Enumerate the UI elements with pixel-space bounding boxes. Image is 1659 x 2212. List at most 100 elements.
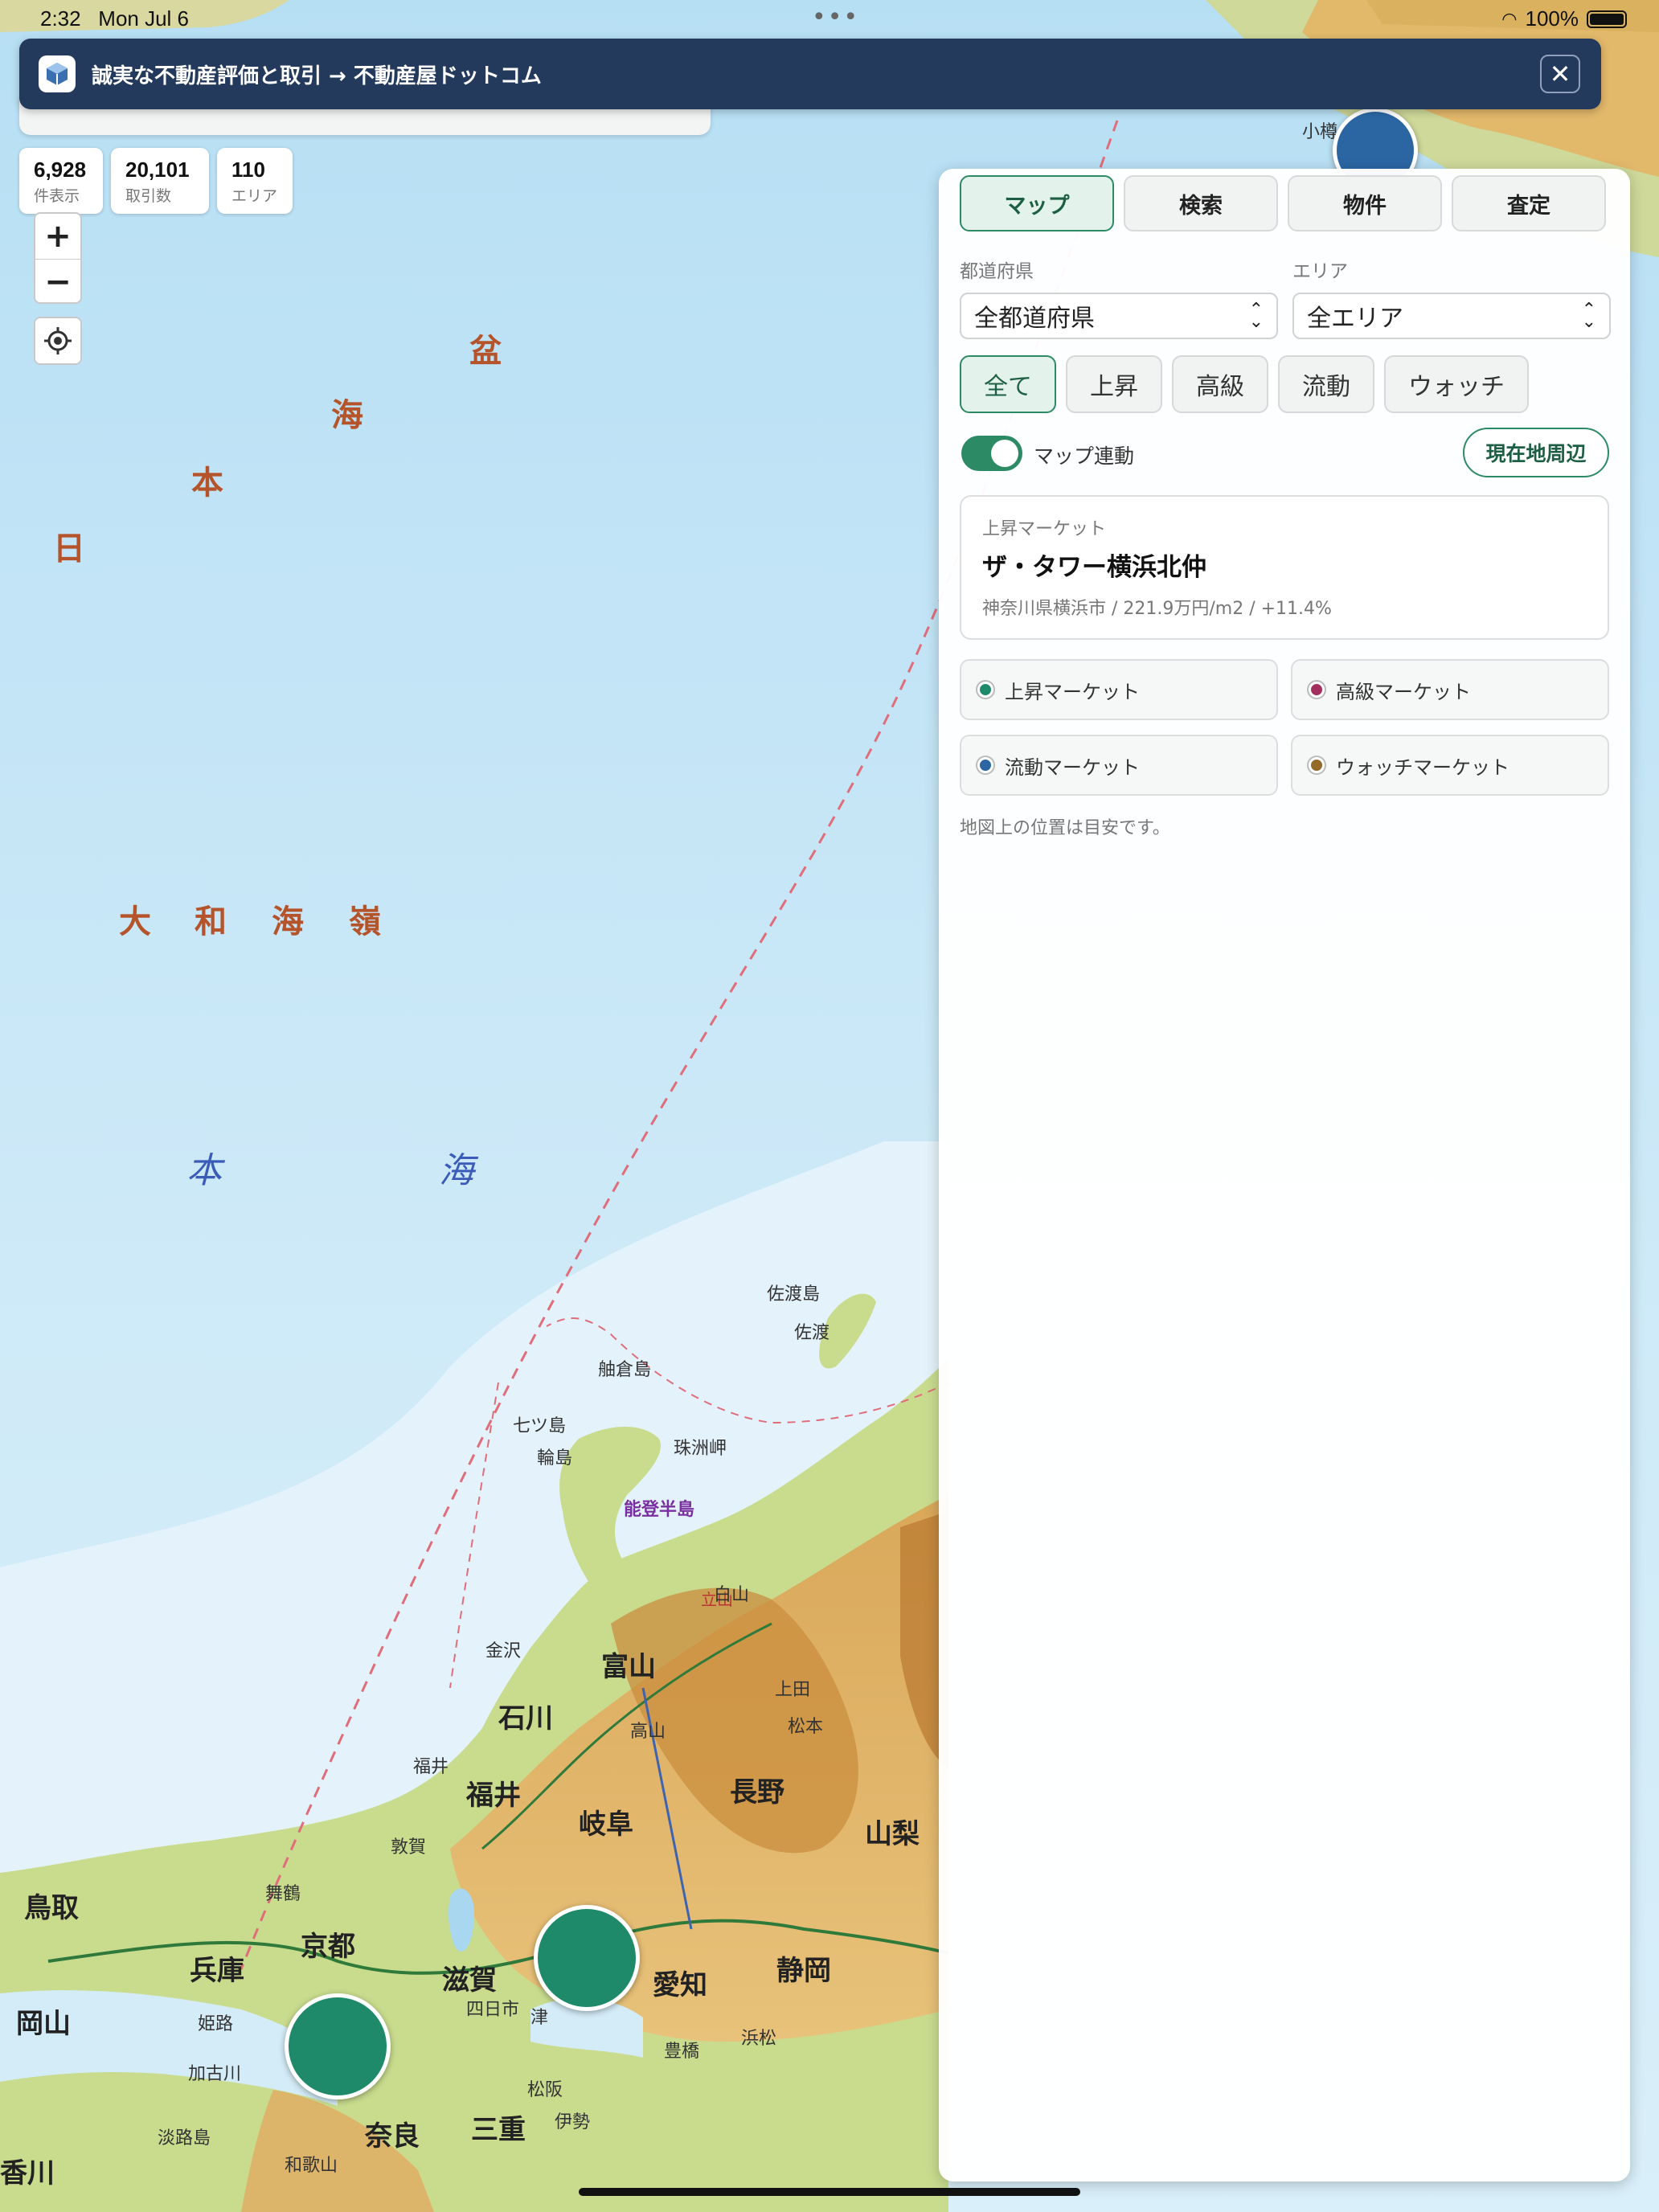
sea-label: 和 — [195, 903, 228, 940]
panel-tabs: マップ 検索 物件 査定 — [960, 175, 1606, 231]
zoom-control: + − — [34, 212, 82, 304]
market-marker-rising[interactable] — [534, 1905, 640, 2011]
sea-label: 本 — [191, 464, 225, 502]
place-label: 佐渡島 — [767, 1284, 821, 1305]
legend-label: ウォッチマーケット — [1336, 756, 1509, 779]
tab-appraisal[interactable]: 査定 — [1452, 175, 1606, 231]
place-label: 加古川 — [188, 2064, 242, 2084]
legend-dot-icon — [977, 682, 993, 698]
place-label: 四日市 — [466, 2000, 520, 2020]
place-label: 能登半島 — [624, 1500, 695, 1520]
banner-text[interactable]: 誠実な不動産評価と取引 → 不動産屋ドットコム — [92, 59, 542, 89]
prefecture-label: 長野 — [730, 1776, 784, 1809]
place-label: 福井 — [413, 1757, 449, 1777]
legend-fluid[interactable]: 流動マーケット — [960, 735, 1278, 796]
place-label: 松阪 — [527, 2080, 563, 2100]
prefecture-label: 兵庫 — [190, 1955, 244, 1987]
prefecture-label: 岡山 — [16, 2008, 71, 2040]
place-label: 佐渡 — [794, 1323, 830, 1343]
prefecture-label: 都道府県 — [960, 261, 1034, 282]
featured-kind: 上昇マーケット — [982, 519, 1107, 539]
area-label: エリア — [1292, 261, 1348, 282]
stat-label: 件表示 — [34, 187, 80, 205]
prefecture-label: 石川 — [498, 1702, 553, 1735]
featured-meta: 神奈川県横浜市 / 221.9万円/m2 / +11.4% — [982, 599, 1332, 619]
prefecture-label: 愛知 — [653, 1969, 707, 2001]
stat-transactions: 20,101 取引数 — [111, 148, 209, 214]
stat-label: 取引数 — [125, 187, 172, 205]
locate-me-button[interactable] — [34, 317, 82, 365]
chip-watch[interactable]: ウォッチ — [1384, 355, 1529, 413]
battery-icon — [1587, 10, 1627, 28]
chip-luxury[interactable]: 高級 — [1172, 355, 1268, 413]
prefecture-label: 山梨 — [865, 1818, 920, 1850]
status-bar: 2:32 Mon Jul 6 ••• ◠ 100% — [0, 0, 1659, 39]
place-label: 豊橋 — [664, 2042, 700, 2062]
zoom-out-button[interactable]: − — [35, 259, 80, 304]
sea-label: 嶺 — [349, 903, 383, 940]
prefecture-value: 全都道府県 — [974, 305, 1095, 333]
legend-rising[interactable]: 上昇マーケット — [960, 659, 1278, 720]
sea-label: 海 — [331, 396, 365, 434]
tab-map[interactable]: マップ — [960, 175, 1114, 231]
multitasking-dots-icon[interactable]: ••• — [812, 3, 859, 31]
prefecture-label: 香川 — [0, 2157, 55, 2189]
prefecture-label: 鳥取 — [24, 1892, 79, 1924]
legend-dot-icon — [1309, 757, 1325, 773]
place-label: 淡路島 — [158, 2128, 211, 2149]
tab-properties[interactable]: 物件 — [1288, 175, 1442, 231]
peak-label: 白山 — [714, 1585, 750, 1605]
place-label: 伊勢 — [555, 2112, 591, 2132]
place-label: 上田 — [775, 1680, 811, 1700]
status-time: 2:32 — [40, 6, 81, 31]
prefecture-label: 岐阜 — [579, 1809, 633, 1841]
sea-label: 日 — [53, 530, 87, 567]
place-label: 姫路 — [198, 2014, 234, 2034]
legend-luxury[interactable]: 高級マーケット — [1291, 659, 1609, 720]
legend-label: 高級マーケット — [1336, 680, 1471, 703]
featured-title: ザ・タワー横浜北仲 — [982, 553, 1206, 582]
prefecture-select[interactable]: 全都道府県 ⌃ ⌄ — [960, 293, 1278, 339]
wifi-icon: ◠ — [1501, 8, 1518, 29]
area-select[interactable]: 全エリア ⌃ ⌄ — [1292, 293, 1611, 339]
stat-areas: 110 エリア — [217, 148, 293, 214]
promo-banner[interactable]: 誠実な不動産評価と取引 → 不動産屋ドットコム ✕ — [19, 39, 1601, 109]
stat-label: エリア — [231, 187, 278, 205]
sea-label: 海 — [272, 903, 305, 940]
prefecture-label: 静岡 — [776, 1955, 831, 1987]
legend-dot-icon — [977, 757, 993, 773]
chevron-updown-icon: ⌃ ⌄ — [1581, 299, 1596, 332]
filter-chips: 全て 上昇 高級 流動 ウォッチ — [960, 355, 1529, 413]
tab-search[interactable]: 検索 — [1124, 175, 1278, 231]
stat-count: 6,928 件表示 — [19, 148, 103, 214]
sea-label: 大 — [119, 903, 153, 940]
chip-fluid[interactable]: 流動 — [1278, 355, 1374, 413]
place-label: 珠洲岬 — [674, 1439, 727, 1459]
zoom-in-button[interactable]: + — [35, 214, 80, 259]
market-marker-rising[interactable] — [285, 1993, 391, 2099]
place-label: 金沢 — [485, 1641, 522, 1661]
legend-label: 流動マーケット — [1005, 756, 1140, 779]
map-sync-label: マップ連動 — [1034, 444, 1135, 468]
prefecture-label: 三重 — [471, 2114, 526, 2146]
close-icon[interactable]: ✕ — [1540, 55, 1580, 93]
place-label: 舞鶴 — [265, 1884, 301, 1904]
sea-label: 本 — [186, 1150, 222, 1191]
map-sync-toggle[interactable] — [961, 436, 1022, 471]
battery-percent: 100% — [1525, 6, 1579, 31]
area-value: 全エリア — [1307, 305, 1403, 333]
home-indicator[interactable] — [579, 2188, 1080, 2196]
stat-value: 6,928 — [34, 158, 87, 182]
nearby-button[interactable]: 現在地周辺 — [1463, 428, 1609, 477]
crosshair-icon — [44, 327, 72, 354]
place-label: 舳倉島 — [598, 1360, 652, 1380]
place-label: 小樽 — [1302, 122, 1338, 142]
chip-all[interactable]: 全て — [960, 355, 1056, 413]
chip-rising[interactable]: 上昇 — [1066, 355, 1162, 413]
legend-watch[interactable]: ウォッチマーケット — [1291, 735, 1609, 796]
sea-label: 海 — [439, 1150, 474, 1191]
map-position-note: 地図上の位置は目安です。 — [960, 818, 1170, 838]
featured-market-card[interactable]: 上昇マーケット ザ・タワー横浜北仲 神奈川県横浜市 / 221.9万円/m2 /… — [960, 495, 1609, 640]
prefecture-label: 京都 — [301, 1931, 355, 1963]
sea-label: 盆 — [469, 332, 503, 370]
